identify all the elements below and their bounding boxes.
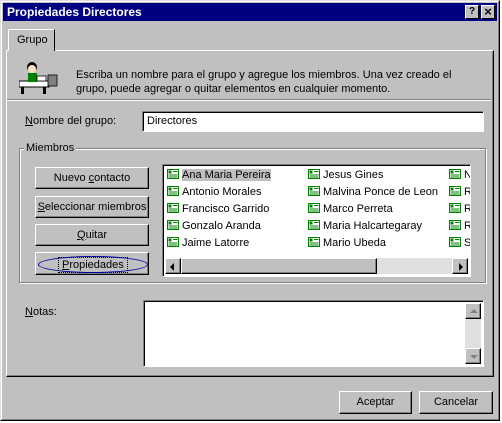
member-name: S bbox=[464, 237, 471, 249]
cancel-button[interactable]: Cancelar bbox=[419, 391, 493, 414]
member-name: Ana Maria Pereira bbox=[182, 169, 271, 181]
close-button[interactable]: × bbox=[481, 5, 495, 19]
contact-card-icon bbox=[167, 186, 179, 196]
contact-card-icon bbox=[167, 203, 179, 213]
member-list-item[interactable]: Antonio Morales bbox=[165, 184, 262, 200]
member-name: Malvina Ponce de Leon bbox=[323, 186, 438, 198]
member-list-item[interactable]: Maria Halcartegaray bbox=[306, 218, 422, 234]
notes-scrollbar[interactable] bbox=[465, 303, 481, 364]
member-list-item[interactable]: Jesus Gines bbox=[306, 167, 384, 183]
separator bbox=[7, 99, 491, 101]
title-bar[interactable]: Propiedades Directores ? × bbox=[3, 3, 497, 21]
contact-card-icon bbox=[449, 220, 461, 230]
member-name: Gonzalo Aranda bbox=[182, 220, 261, 232]
contact-card-icon bbox=[167, 237, 179, 247]
contact-card-icon bbox=[449, 203, 461, 213]
member-name: Jaime Latorre bbox=[182, 237, 250, 249]
scroll-thumb[interactable] bbox=[181, 258, 377, 274]
notes-textarea[interactable] bbox=[143, 300, 484, 367]
member-name: Mario Ubeda bbox=[323, 237, 386, 249]
horizontal-scrollbar[interactable] bbox=[165, 258, 468, 274]
dialog-window: Propiedades Directores ? × Grupo Escriba… bbox=[0, 0, 500, 421]
member-name: Francisco Garrido bbox=[182, 203, 270, 215]
member-list-item[interactable]: N bbox=[447, 167, 470, 183]
group-name-label: Nombre del grupo: bbox=[25, 115, 117, 127]
members-legend: Miembros bbox=[24, 142, 77, 154]
member-name: Marco Perreta bbox=[323, 203, 393, 215]
contact-card-icon bbox=[308, 220, 320, 230]
member-list-item[interactable]: R bbox=[447, 218, 470, 234]
properties-button[interactable]: Propiedades bbox=[35, 252, 149, 275]
member-name: R bbox=[464, 220, 470, 232]
description-text: Escriba un nombre para el grupo y agregu… bbox=[76, 68, 451, 96]
new-contact-button[interactable]: Nuevo contacto bbox=[35, 167, 149, 189]
member-list-item[interactable]: R bbox=[447, 201, 470, 217]
notes-label: Notas: bbox=[25, 306, 57, 318]
arrow-left-icon bbox=[170, 263, 174, 271]
tab-label: Grupo bbox=[17, 34, 48, 46]
scroll-right-button[interactable] bbox=[452, 258, 468, 274]
contact-card-icon bbox=[167, 220, 179, 230]
group-name-value: Directores bbox=[147, 115, 198, 127]
contact-card-icon bbox=[308, 169, 320, 179]
contact-card-icon bbox=[449, 237, 461, 247]
member-name: N bbox=[464, 169, 470, 181]
member-list-item[interactable]: Malvina Ponce de Leon bbox=[306, 184, 438, 200]
arrow-up-icon bbox=[470, 309, 478, 313]
member-name: R bbox=[464, 203, 470, 215]
group-name-input[interactable]: Directores bbox=[142, 111, 484, 132]
member-name: Maria Halcartegaray bbox=[323, 220, 423, 232]
arrow-down-icon bbox=[470, 355, 478, 359]
member-list-item[interactable]: Jaime Latorre bbox=[165, 235, 249, 251]
member-list-item[interactable]: Gonzalo Aranda bbox=[165, 218, 261, 234]
member-list-item[interactable]: Mario Ubeda bbox=[306, 235, 386, 251]
notes-scroll-down-button[interactable] bbox=[465, 348, 481, 364]
select-members-button[interactable]: Seleccionar miembros bbox=[35, 196, 149, 218]
remove-button[interactable]: Quitar bbox=[35, 224, 149, 246]
member-name: Jesus Gines bbox=[323, 169, 384, 181]
member-list-item[interactable]: Marco Perreta bbox=[306, 201, 393, 217]
tab-panel: Escriba un nombre para el grupo y agregu… bbox=[6, 50, 494, 377]
accept-button[interactable]: Aceptar bbox=[339, 391, 412, 414]
contact-card-icon bbox=[167, 169, 179, 179]
member-name: Antonio Morales bbox=[182, 186, 262, 198]
properties-label: Propiedades bbox=[58, 257, 128, 273]
contact-card-icon bbox=[308, 186, 320, 196]
member-name: R bbox=[464, 186, 470, 198]
contact-card-icon bbox=[449, 169, 461, 179]
members-list[interactable]: Ana Maria Pereira Antonio Morales Francisc… bbox=[162, 164, 471, 277]
member-list-item[interactable]: S bbox=[447, 235, 471, 251]
window-title: Propiedades Directores bbox=[7, 5, 142, 19]
member-list-item[interactable]: Ana Maria Pereira bbox=[165, 167, 271, 183]
help-button[interactable]: ? bbox=[465, 5, 479, 19]
contact-card-icon bbox=[308, 237, 320, 247]
contact-card-icon bbox=[308, 203, 320, 213]
scroll-left-button[interactable] bbox=[165, 258, 181, 274]
description-line-1: Escriba un nombre para el grupo y agregu… bbox=[76, 69, 452, 81]
notes-scroll-up-button[interactable] bbox=[465, 303, 481, 319]
member-list-item[interactable]: Francisco Garrido bbox=[165, 201, 269, 217]
person-at-desk-icon bbox=[19, 62, 58, 94]
member-list-item[interactable]: R bbox=[447, 184, 470, 200]
description-line-2: grupo, puede agregar o quitar elementos … bbox=[76, 83, 391, 95]
contact-card-icon bbox=[449, 186, 461, 196]
arrow-right-icon bbox=[459, 263, 463, 271]
tab-grupo[interactable]: Grupo bbox=[8, 29, 55, 51]
